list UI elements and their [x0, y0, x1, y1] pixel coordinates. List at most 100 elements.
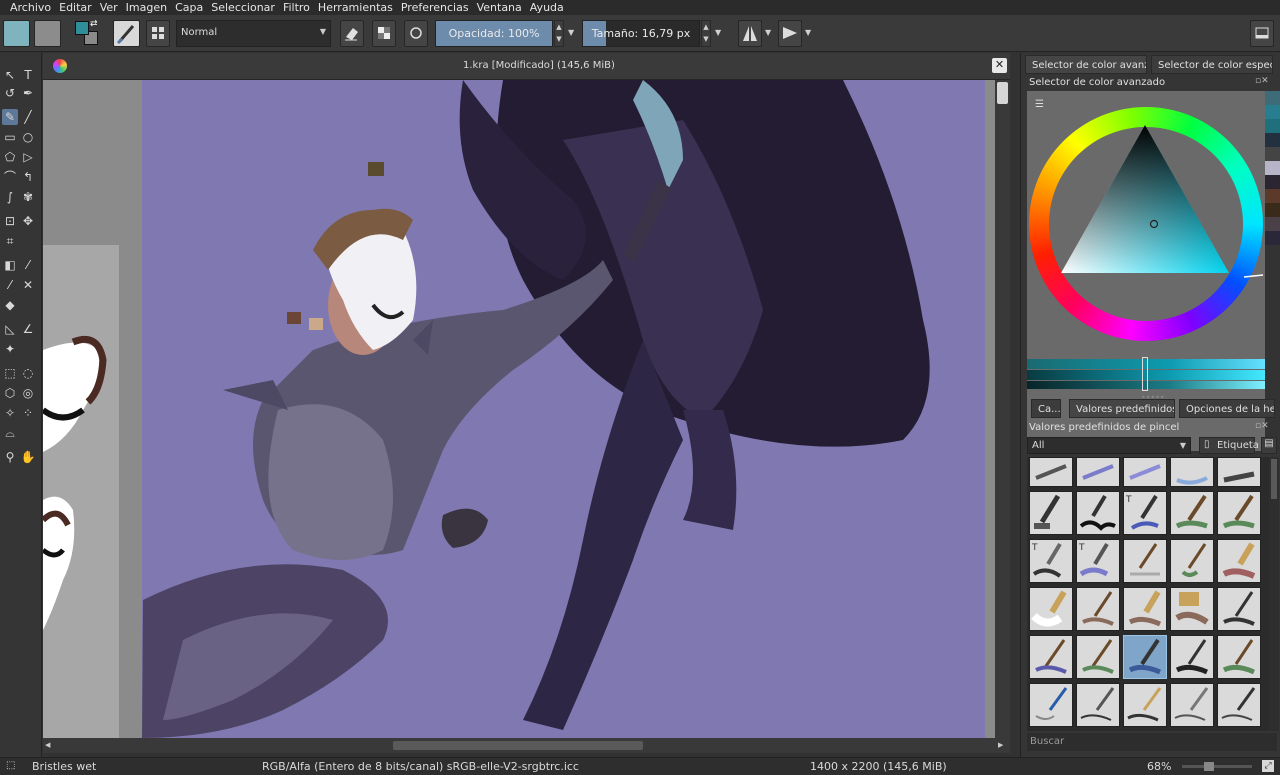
calligraphy-tool-icon[interactable]: ✒	[20, 85, 36, 101]
foreground-color-swatch[interactable]	[75, 21, 89, 35]
pan-tool-icon[interactable]: ✋	[20, 449, 36, 465]
brush-filter-select[interactable]: All ▼	[1027, 437, 1191, 454]
gradient-preset-button[interactable]	[3, 20, 30, 47]
brush-preset-item[interactable]	[1217, 587, 1261, 631]
menu-preferencias[interactable]: Preferencias	[397, 0, 473, 15]
polygon-select-tool-icon[interactable]: ⬡	[2, 385, 18, 401]
menu-imagen[interactable]: Imagen	[122, 0, 171, 15]
reference-images-tool-icon[interactable]: ✦	[2, 341, 18, 357]
brush-settings-button[interactable]	[146, 20, 170, 47]
opacity-slider[interactable]: Opacidad: 100%	[435, 20, 553, 47]
menu-seleccionar[interactable]: Seleccionar	[207, 0, 279, 15]
color-swatch[interactable]: ⇄	[73, 19, 101, 47]
size-slider[interactable]: Tamaño: 16,79 px	[582, 20, 700, 47]
edit-shapes-tool-icon[interactable]: ↺	[2, 85, 18, 101]
color-picker-tool-icon[interactable]: ⁄	[20, 257, 36, 273]
reload-preset-button[interactable]	[404, 20, 428, 47]
freehand-path-tool-icon[interactable]: ↰	[20, 169, 36, 185]
canvas[interactable]	[43, 80, 995, 738]
menu-editar[interactable]: Editar	[55, 0, 96, 15]
preserve-alpha-button[interactable]	[372, 20, 396, 47]
brush-preset-item[interactable]	[1076, 635, 1120, 679]
tag-button[interactable]: ▯ Etiqueta	[1199, 437, 1259, 454]
colorize-mask-tool-icon[interactable]: ⁄	[2, 277, 18, 293]
brush-preset-item[interactable]	[1029, 635, 1073, 679]
menu-ayuda[interactable]: Ayuda	[526, 0, 568, 15]
polyline-tool-icon[interactable]: ▷	[20, 149, 36, 165]
brush-preset-item[interactable]	[1076, 587, 1120, 631]
tab-ca[interactable]: Ca...	[1031, 399, 1061, 418]
brush-preset-item[interactable]	[1170, 491, 1214, 535]
brush-preset-item[interactable]	[1029, 457, 1073, 487]
bezier-tool-icon[interactable]: ⌒	[2, 169, 18, 185]
menu-ventana[interactable]: Ventana	[473, 0, 526, 15]
brush-preset-item[interactable]	[1076, 491, 1120, 535]
workspace-button[interactable]	[1250, 20, 1274, 47]
vertical-scroll-thumb[interactable]	[997, 82, 1008, 104]
tab-brush-presets[interactable]: Valores predefinidos...	[1069, 399, 1175, 418]
chevron-down-icon[interactable]: ▼	[715, 28, 721, 37]
brush-preset-item[interactable]	[1029, 683, 1073, 727]
tab-advanced-color-selector[interactable]: Selector de color avanz...	[1025, 55, 1147, 74]
brush-preset-item[interactable]	[1217, 539, 1261, 583]
menu-capa[interactable]: Capa	[171, 0, 207, 15]
pattern-preset-button[interactable]	[34, 20, 61, 47]
blend-mode-select[interactable]: Normal ▼	[176, 20, 331, 47]
fullscreen-icon[interactable]: ⤢	[1262, 760, 1274, 772]
brush-preset-item[interactable]	[1170, 683, 1214, 727]
brush-preset-item[interactable]	[1123, 587, 1167, 631]
zoom-slider-handle[interactable]	[1204, 762, 1214, 771]
mirror-horizontal-button[interactable]	[738, 20, 762, 47]
fill-tool-icon[interactable]: ◆	[2, 297, 18, 313]
brush-preset-item[interactable]	[1076, 683, 1120, 727]
brush-preset-item[interactable]	[1217, 457, 1261, 487]
brush-preset-item-selected[interactable]	[1123, 635, 1167, 679]
scroll-right-icon[interactable]: ▶	[998, 741, 1003, 749]
freehand-brush-tool-icon[interactable]: ✎	[2, 109, 18, 125]
opacity-spinner[interactable]: ▲ ▼	[554, 20, 564, 47]
vertical-scrollbar[interactable]	[995, 80, 1010, 738]
brush-preset-item[interactable]	[1170, 635, 1214, 679]
brush-preset-item[interactable]: T	[1029, 539, 1073, 583]
slider-handle[interactable]	[1142, 357, 1148, 391]
rect-select-tool-icon[interactable]: ⬚	[2, 365, 18, 381]
zoom-tool-icon[interactable]: ⚲	[2, 449, 18, 465]
polygon-tool-icon[interactable]: ⬠	[2, 149, 18, 165]
similar-select-tool-icon[interactable]: ⁘	[20, 405, 36, 421]
chevron-down-icon[interactable]: ▼	[568, 28, 574, 37]
brush-preset-item[interactable]	[1217, 683, 1261, 727]
dynamic-brush-tool-icon[interactable]: ∫	[2, 189, 18, 205]
chevron-down-icon[interactable]: ▼	[765, 28, 771, 37]
brush-preset-item[interactable]	[1123, 539, 1167, 583]
eraser-mode-button[interactable]	[340, 20, 364, 47]
brush-preset-button[interactable]	[113, 20, 140, 47]
menu-filtro[interactable]: Filtro	[279, 0, 314, 15]
multibrush-tool-icon[interactable]: ✾	[20, 189, 36, 205]
select-shapes-tool-icon[interactable]: ↖	[2, 67, 18, 83]
brush-search-input[interactable]: Buscar	[1027, 733, 1277, 751]
text-tool-icon[interactable]: T	[20, 67, 36, 83]
brush-preset-item[interactable]	[1123, 683, 1167, 727]
ellipse-tool-icon[interactable]: ○	[20, 129, 36, 145]
brush-preset-item[interactable]	[1170, 457, 1214, 487]
menu-ver[interactable]: Ver	[96, 0, 122, 15]
crop-tool-icon[interactable]: ⌗	[2, 233, 18, 249]
swap-colors-icon[interactable]: ⇄	[90, 19, 98, 29]
float-close-icon[interactable]: ▫✕	[1255, 421, 1269, 431]
zoom-slider[interactable]	[1182, 762, 1252, 771]
horizontal-scrollbar[interactable]: ◀ ▶	[43, 738, 1010, 753]
brush-preset-item[interactable]	[1123, 457, 1167, 487]
horizontal-scroll-thumb[interactable]	[393, 741, 643, 750]
rectangle-tool-icon[interactable]: ▭	[2, 129, 18, 145]
line-tool-icon[interactable]: ╱	[20, 109, 36, 125]
bezier-select-tool-icon[interactable]: ⌓	[2, 425, 18, 441]
view-mode-icon[interactable]: ▤	[1261, 437, 1277, 454]
brush-preset-item[interactable]	[1217, 491, 1261, 535]
artwork[interactable]	[43, 80, 995, 738]
scroll-left-icon[interactable]: ◀	[45, 741, 50, 749]
brush-preset-item[interactable]	[1170, 539, 1214, 583]
brush-preset-item[interactable]	[1076, 457, 1120, 487]
smart-patch-tool-icon[interactable]: ✕	[20, 277, 36, 293]
float-close-icon[interactable]: ▫✕	[1255, 76, 1269, 86]
move-tool-icon[interactable]: ✥	[20, 213, 36, 229]
